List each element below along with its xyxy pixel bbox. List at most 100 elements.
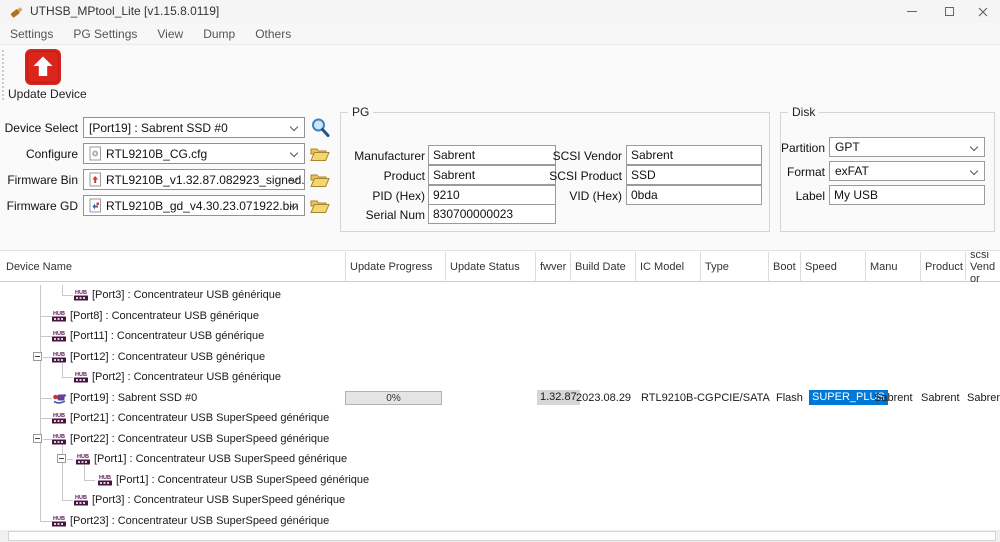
format-value: exFAT (835, 164, 869, 178)
svg-text:HUB: HUB (53, 516, 65, 522)
tree-row-port23[interactable]: HUB [Port23] : Concentrateur USB SuperSp… (0, 511, 1000, 531)
scrollbar-thumb[interactable] (8, 531, 996, 541)
col-speed[interactable]: Speed (805, 252, 862, 282)
tree-row-port11[interactable]: HUB [Port11] : Concentrateur USB génériq… (0, 326, 1000, 346)
col-scsi-vendor[interactable]: scsi Vendor (970, 252, 1000, 282)
vid-label: VID (Hex) (540, 189, 622, 203)
col-ic-model[interactable]: IC Model (640, 252, 697, 282)
svg-text:HUB: HUB (75, 495, 87, 501)
partition-label: Partition (780, 141, 825, 155)
partition-combo[interactable]: GPT (829, 137, 985, 157)
serial-num-label: Serial Num (348, 208, 425, 222)
svg-text:HUB: HUB (75, 372, 87, 378)
tree-row-label: [Port3] : Concentrateur USB générique (92, 285, 281, 305)
configure-combo[interactable]: RTL9210B_CG.cfg (83, 143, 305, 164)
tree-row-label: [Port1] : Concentrateur USB SuperSpeed g… (94, 449, 347, 469)
col-product[interactable]: Product (925, 252, 962, 282)
collapse-expander[interactable] (57, 454, 66, 463)
tree-row-port3-ss[interactable]: HUB [Port3] : Concentrateur USB SuperSpe… (0, 490, 1000, 510)
minimize-button[interactable] (897, 0, 927, 23)
device-select-combo[interactable]: [Port19] : Sabrent SSD #0 (83, 117, 305, 138)
disk-label-field[interactable] (829, 185, 985, 205)
tree-row-port21[interactable]: HUB [Port21] : Concentrateur USB SuperSp… (0, 408, 1000, 428)
usb-hub-icon: HUB (74, 494, 89, 512)
menu-item-others[interactable]: Others (245, 27, 301, 41)
folder-icon (310, 146, 330, 162)
tree-row-port2[interactable]: HUB [Port2] : Concentrateur USB génériqu… (0, 367, 1000, 387)
tree-row-port8[interactable]: HUB [Port8] : Concentrateur USB génériqu… (0, 306, 1000, 326)
update-device-button[interactable]: Update Device (8, 49, 78, 103)
usb-hub-icon: HUB (52, 330, 67, 348)
collapse-expander[interactable] (33, 352, 42, 361)
scsi-product-field[interactable] (626, 165, 762, 185)
vid-field[interactable] (626, 185, 762, 205)
tree-row-port3[interactable]: HUB [Port3] : Concentrateur USB génériqu… (0, 285, 1000, 305)
tree-row-port12[interactable]: HUB [Port12] : Concentrateur USB génériq… (0, 347, 1000, 367)
col-device-name[interactable]: Device Name (6, 252, 341, 282)
svg-text:HUB: HUB (77, 454, 89, 460)
minimize-icon (907, 11, 917, 12)
pg-group-title: PG (348, 105, 373, 119)
col-fwver[interactable]: fwver (540, 252, 568, 282)
tree-row-label: [Port11] : Concentrateur USB générique (70, 326, 264, 346)
toolbar-gripper (2, 50, 4, 100)
tree-row-label: [Port23] : Concentrateur USB SuperSpeed … (70, 511, 329, 531)
menu-item-pg-settings[interactable]: PG Settings (63, 27, 147, 41)
menu-item-dump[interactable]: Dump (193, 27, 245, 41)
folder-icon (310, 172, 330, 188)
tree-row-port1-hub[interactable]: HUB [Port1] : Concentrateur USB SuperSpe… (0, 449, 1000, 469)
horizontal-scrollbar[interactable] (0, 530, 1000, 542)
firmware-gd-file-icon (89, 198, 102, 213)
device-select-label: Device Select (0, 121, 78, 135)
pid-label: PID (Hex) (348, 189, 425, 203)
boot-cell: Flash (776, 388, 803, 408)
tree-row-label: [Port12] : Concentrateur USB générique (70, 347, 265, 367)
firmware-gd-combo[interactable]: RTL9210B_gd_v4.30.23.071922.bin (83, 195, 305, 216)
update-progress-bar: 0% (345, 391, 442, 405)
menu-item-view[interactable]: View (147, 27, 193, 41)
disk-group-title: Disk (788, 105, 819, 119)
usb-hub-icon: HUB (74, 371, 89, 389)
manufacturer-field[interactable] (428, 145, 556, 165)
col-update-progress[interactable]: Update Progress (350, 252, 442, 282)
browse-firmware-bin-button[interactable] (308, 169, 332, 190)
close-button[interactable] (968, 0, 998, 23)
format-label: Format (780, 165, 825, 179)
scsi-product-label: SCSI Product (540, 169, 622, 183)
search-device-button[interactable] (308, 117, 332, 138)
menu-item-settings[interactable]: Settings (0, 27, 63, 41)
format-combo[interactable]: exFAT (829, 161, 985, 181)
browse-configure-button[interactable] (308, 143, 332, 164)
type-cell: PCIE/SATA (714, 388, 770, 408)
config-file-icon (89, 146, 102, 161)
col-type[interactable]: Type (705, 252, 765, 282)
browse-firmware-gd-button[interactable] (308, 195, 332, 216)
manufacturer-label: Manufacturer (348, 149, 425, 163)
tree-row-port22[interactable]: HUB [Port22] : Concentrateur USB SuperSp… (0, 429, 1000, 449)
window-titlebar: UTHSB_MPtool_Lite [v1.15.8.0119] (0, 0, 1000, 23)
app-icon (9, 4, 25, 25)
col-update-status[interactable]: Update Status (450, 252, 532, 282)
close-icon (978, 7, 988, 17)
col-build-date[interactable]: Build Date (575, 252, 632, 282)
scsi-vendor-field[interactable] (626, 145, 762, 165)
serial-num-field[interactable] (428, 204, 556, 224)
pid-field[interactable] (428, 185, 556, 205)
svg-text:HUB: HUB (53, 311, 65, 317)
svg-text:HUB: HUB (99, 475, 111, 481)
col-boot[interactable]: Boot (773, 252, 798, 282)
tree-row-label: [Port1] : Concentrateur USB SuperSpeed g… (116, 470, 369, 490)
tree-row-port1-child[interactable]: HUB [Port1] : Concentrateur USB SuperSpe… (0, 470, 1000, 490)
collapse-expander[interactable] (33, 434, 42, 443)
folder-icon (310, 198, 330, 214)
scsi-vendor-cell: Sabrent (967, 388, 1000, 408)
tree-row-label: [Port22] : Concentrateur USB SuperSpeed … (70, 429, 329, 449)
disk-label-label: Label (780, 189, 825, 203)
svg-text:HUB: HUB (53, 331, 65, 337)
search-icon (310, 117, 331, 138)
tree-row-port19-sabrent[interactable]: [Port19] : Sabrent SSD #0 0% 1.32.87 202… (0, 388, 1000, 408)
col-manu[interactable]: Manu (870, 252, 916, 282)
firmware-bin-combo[interactable]: RTL9210B_v1.32.87.082923_signed.bin (83, 169, 305, 190)
product-field[interactable] (428, 165, 556, 185)
maximize-button[interactable] (934, 0, 964, 23)
